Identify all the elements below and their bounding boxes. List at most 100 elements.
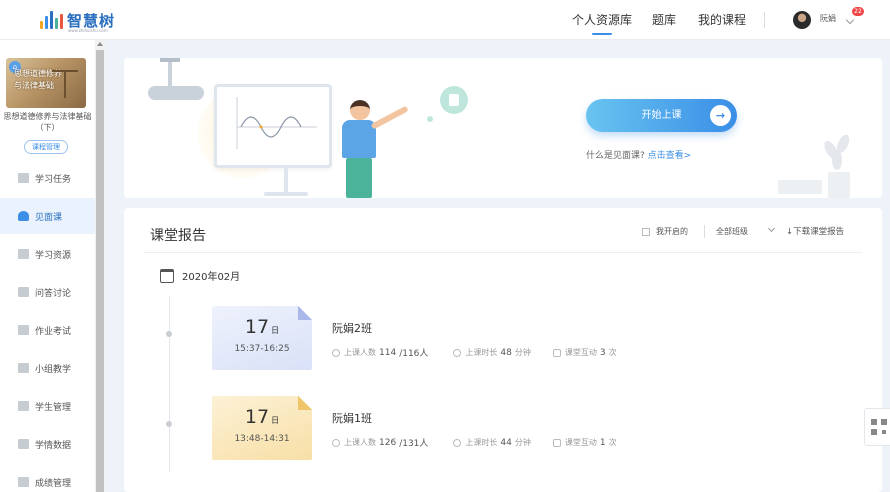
sidebar-item-grade-management[interactable]: 成绩管理 [0, 464, 95, 492]
logo[interactable]: 智慧树 www.zhihuishu.com [40, 9, 116, 33]
filter-divider [704, 225, 705, 238]
session-date-card[interactable]: 17 日 15:37-16:25 [212, 306, 312, 370]
grade-icon [18, 477, 29, 487]
wave-graph-icon [236, 97, 317, 149]
sidebar-item-homework-exams[interactable]: 作业考试 [0, 312, 95, 348]
chevron-down-icon[interactable] [767, 224, 776, 233]
interaction-icon [552, 348, 561, 357]
filter-my-started-label: 我开启的 [656, 227, 688, 236]
sidebar-item-label: 作业考试 [35, 326, 72, 337]
class-report-panel: 课堂报告 我开启的 全部班级 ↓下载课堂报告 2020年02月 17 日 15:3… [124, 208, 882, 492]
duration-stat: 上课时长 48 分钟 [453, 346, 531, 359]
discussion-icon [18, 287, 29, 297]
interaction-stat: 课堂互动 3 次 [552, 346, 617, 359]
session-day: 17 日 [244, 406, 280, 428]
session-class-name[interactable]: 阮娟1班 [332, 410, 372, 426]
task-icon [18, 173, 29, 183]
faq-view-link[interactable]: 点击查看> [648, 151, 692, 161]
clipboard-bubble-icon [440, 86, 468, 114]
scroll-up-arrow-icon[interactable] [97, 42, 103, 46]
interaction-icon [552, 438, 561, 447]
start-class-label: 开始上课 [641, 110, 682, 121]
sidebar-item-label: 问答讨论 [35, 288, 72, 299]
clock-icon [453, 438, 462, 447]
whiteboard-stand [284, 168, 288, 194]
download-report-button[interactable]: ↓下载课堂报告 [786, 225, 844, 237]
sidebar-item-learning-tasks[interactable]: 学习任务 [0, 160, 95, 196]
checkbox-icon[interactable] [642, 227, 650, 236]
faq-text: 什么是见面课? 点击查看> [586, 148, 776, 161]
sidebar-item-label: 成绩管理 [35, 478, 72, 489]
session-row[interactable]: 17 日 15:37-16:25 阮娟2班 上课人数 114 /116人 上课时长… [212, 306, 772, 370]
student-icon [18, 401, 29, 411]
course-manage-button[interactable]: 课程管理 [24, 140, 68, 154]
sidebar-item-label: 学习任务 [35, 174, 72, 185]
attendance-stat: 上课人数 126 /131人 [332, 436, 431, 449]
report-divider [144, 252, 862, 253]
plant-illustration [818, 126, 858, 198]
sidebar-item-label: 学情数据 [35, 440, 72, 451]
whiteboard-base [264, 192, 308, 196]
session-stats: 上课人数 114 /116人 上课时长 48 分钟 课堂互动 3 次 [332, 346, 639, 359]
exam-icon [18, 325, 29, 335]
start-class-button[interactable]: 开始上课 → [586, 99, 737, 132]
session-row[interactable]: 17 日 13:48-14:31 阮娟1班 上课人数 126 /131人 上课时长… [212, 396, 772, 460]
filter-my-started[interactable]: 我开启的 [642, 226, 688, 237]
qr-code-tab[interactable] [864, 408, 890, 446]
logo-text: 智慧树 [67, 12, 116, 30]
projector-mount [160, 58, 180, 62]
books-illustration [778, 180, 822, 194]
top-navigation-bar: 智慧树 www.zhihuishu.com 个人资源库 题库 我的课程 阮娟 2… [0, 0, 890, 40]
notification-badge[interactable]: 22 [852, 7, 864, 16]
logo-bars-icon [40, 9, 63, 29]
resource-icon [18, 249, 29, 259]
class-filter-select[interactable]: 全部班级 [716, 226, 748, 237]
nav-my-courses[interactable]: 我的课程 [698, 0, 746, 40]
session-class-name[interactable]: 阮娟2班 [332, 320, 372, 336]
session-date-card[interactable]: 17 日 13:48-14:31 [212, 396, 312, 460]
faq-question: 什么是见面课? [586, 151, 645, 161]
timeline-dot [166, 331, 172, 337]
sidebar-item-label: 见面课 [35, 212, 63, 223]
clock-icon [453, 348, 462, 357]
course-name: 思想道德修养与法律基础（下） [3, 112, 92, 132]
calendar-icon [160, 268, 174, 283]
teacher-head [350, 100, 370, 120]
sidebar-item-group-teaching[interactable]: 小组教学 [0, 350, 95, 386]
group-icon [18, 363, 29, 373]
scale-icon [52, 70, 78, 98]
people-icon [332, 348, 340, 357]
projector-pole [168, 58, 172, 88]
sidebar-item-label: 学生管理 [35, 402, 72, 413]
sidebar-scrollbar-thumb[interactable] [96, 50, 104, 492]
chart-icon [18, 439, 29, 449]
sidebar-item-resources[interactable]: 学习资源 [0, 236, 95, 272]
sidebar-item-label: 学习资源 [35, 250, 72, 261]
nav-question-bank[interactable]: 题库 [652, 0, 676, 40]
sidebar-item-discussion[interactable]: 问答讨论 [0, 274, 95, 310]
people-icon [332, 438, 340, 447]
attendance-stat: 上课人数 114 /116人 [332, 346, 431, 359]
whiteboard-illustration [214, 84, 332, 168]
chevron-down-icon[interactable] [845, 15, 855, 25]
logo-subtext: www.zhihuishu.com [68, 28, 108, 33]
user-name[interactable]: 阮娟 [820, 13, 836, 24]
sidebar-item-learning-data[interactable]: 学情数据 [0, 426, 95, 462]
month-label: 2020年02月 [182, 272, 241, 283]
bubble-dot [427, 116, 433, 122]
month-header: 2020年02月 [160, 268, 240, 283]
user-icon [18, 211, 29, 221]
course-thumbnail[interactable]: ⌂ 思想道德修养与法律基础 [6, 58, 86, 108]
teacher-legs [346, 158, 372, 198]
duration-stat: 上课时长 44 分钟 [453, 436, 531, 449]
report-title: 课堂报告 [150, 228, 206, 244]
nav-personal-resources[interactable]: 个人资源库 [572, 0, 632, 40]
sidebar-item-student-management[interactable]: 学生管理 [0, 388, 95, 424]
timeline-line [169, 296, 170, 472]
qr-code-icon [871, 419, 887, 435]
projector-icon [148, 86, 204, 100]
session-day: 17 日 [244, 316, 280, 338]
sidebar-item-live-class[interactable]: 见面课 [0, 198, 95, 234]
avatar[interactable] [793, 11, 811, 29]
sidebar-item-label: 小组教学 [35, 364, 72, 375]
